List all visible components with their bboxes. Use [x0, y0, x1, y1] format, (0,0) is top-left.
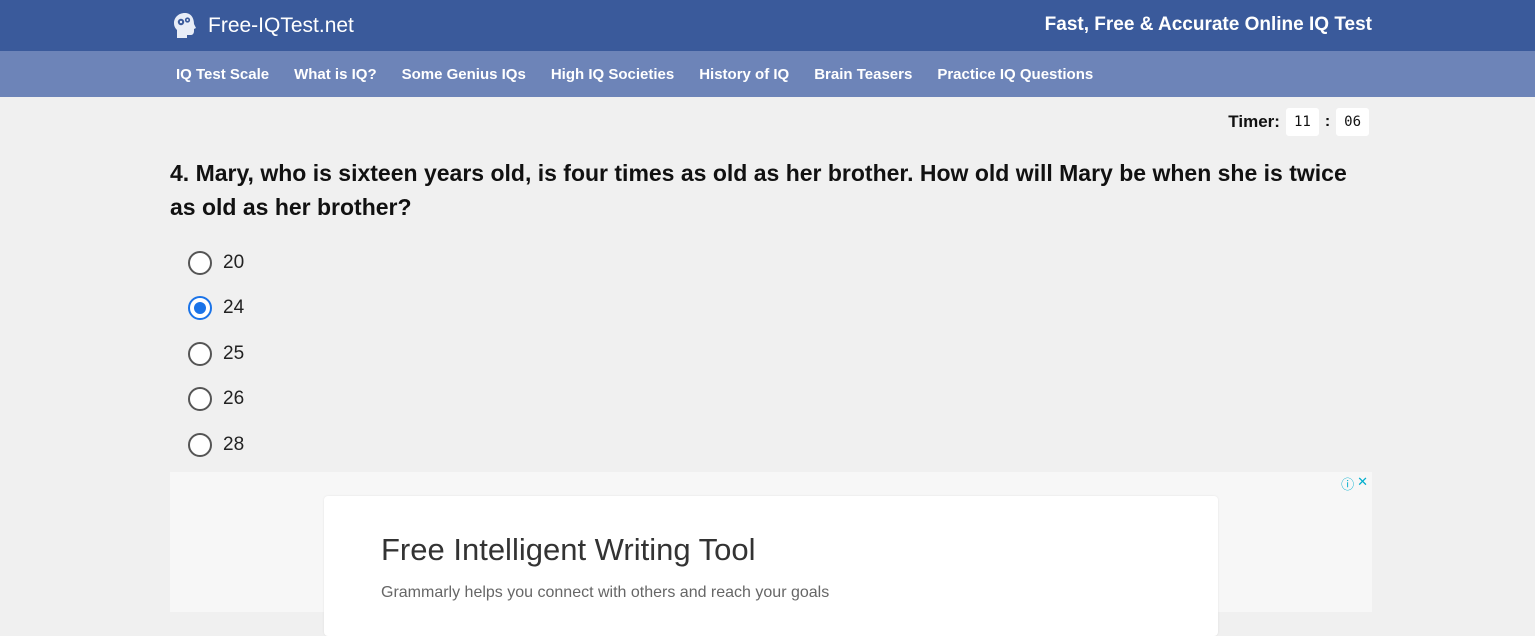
radio-button[interactable]: [188, 387, 212, 412]
timer-separator: :: [1324, 113, 1331, 130]
close-icon[interactable]: ✕: [1357, 474, 1368, 493]
nav-item-what-is-iq[interactable]: What is IQ?: [294, 66, 377, 83]
timer-minutes: 11: [1285, 108, 1319, 136]
advertisement: ⓘ ✕ Free Intelligent Writing Tool Gramma…: [170, 472, 1372, 636]
answer-option-25[interactable]: 25: [188, 331, 244, 377]
ad-subtitle: Grammarly helps you connect with others …: [381, 584, 830, 601]
answer-option-20[interactable]: 20: [188, 240, 244, 286]
radio-button[interactable]: [188, 432, 212, 457]
head-gears-icon: [170, 11, 200, 41]
answer-label: 24: [223, 297, 245, 319]
nav-item-iq-test-scale[interactable]: IQ Test Scale: [176, 66, 269, 83]
nav-item-practice-iq-questions[interactable]: Practice IQ Questions: [937, 66, 1093, 83]
answer-label: 25: [223, 342, 245, 364]
answer-label: 20: [223, 251, 245, 273]
question-text: 4. Mary, who is sixteen years old, is fo…: [170, 160, 1347, 220]
answer-options: 20 24 25 26 28: [188, 240, 244, 468]
top-header: Free-IQTest.net Fast, Free & Accurate On…: [0, 0, 1535, 51]
nav-item-some-genius-iqs[interactable]: Some Genius IQs: [402, 66, 526, 83]
answer-option-26[interactable]: 26: [188, 377, 244, 423]
nav-item-history-of-iq[interactable]: History of IQ: [699, 66, 789, 83]
site-tagline: Fast, Free & Accurate Online IQ Test: [1044, 14, 1372, 35]
radio-button[interactable]: [188, 250, 212, 275]
answer-label: 26: [223, 388, 245, 410]
radio-button[interactable]: [188, 341, 212, 366]
ad-controls: ⓘ ✕: [1341, 474, 1368, 493]
timer-label: Timer:: [1228, 112, 1280, 131]
ad-card[interactable]: Free Intelligent Writing Tool Grammarly …: [324, 496, 1218, 636]
brand-name: Free-IQTest.net: [208, 14, 354, 37]
answer-label: 28: [223, 433, 245, 455]
brand-link[interactable]: Free-IQTest.net: [170, 8, 354, 44]
nav-item-high-iq-societies[interactable]: High IQ Societies: [551, 66, 674, 83]
ad-title[interactable]: Free Intelligent Writing Tool: [381, 532, 755, 568]
answer-option-28[interactable]: 28: [188, 422, 244, 468]
timer-seconds: 06: [1336, 108, 1369, 136]
main-nav: IQ Test Scale What is IQ? Some Genius IQ…: [0, 51, 1535, 97]
nav-item-brain-teasers[interactable]: Brain Teasers: [814, 66, 912, 83]
radio-button-selected[interactable]: [188, 296, 212, 321]
radio-dot: [194, 302, 206, 315]
answer-option-24[interactable]: 24: [188, 286, 244, 332]
timer: Timer: 11 : 06: [1228, 106, 1369, 138]
info-icon[interactable]: ⓘ: [1341, 474, 1354, 493]
